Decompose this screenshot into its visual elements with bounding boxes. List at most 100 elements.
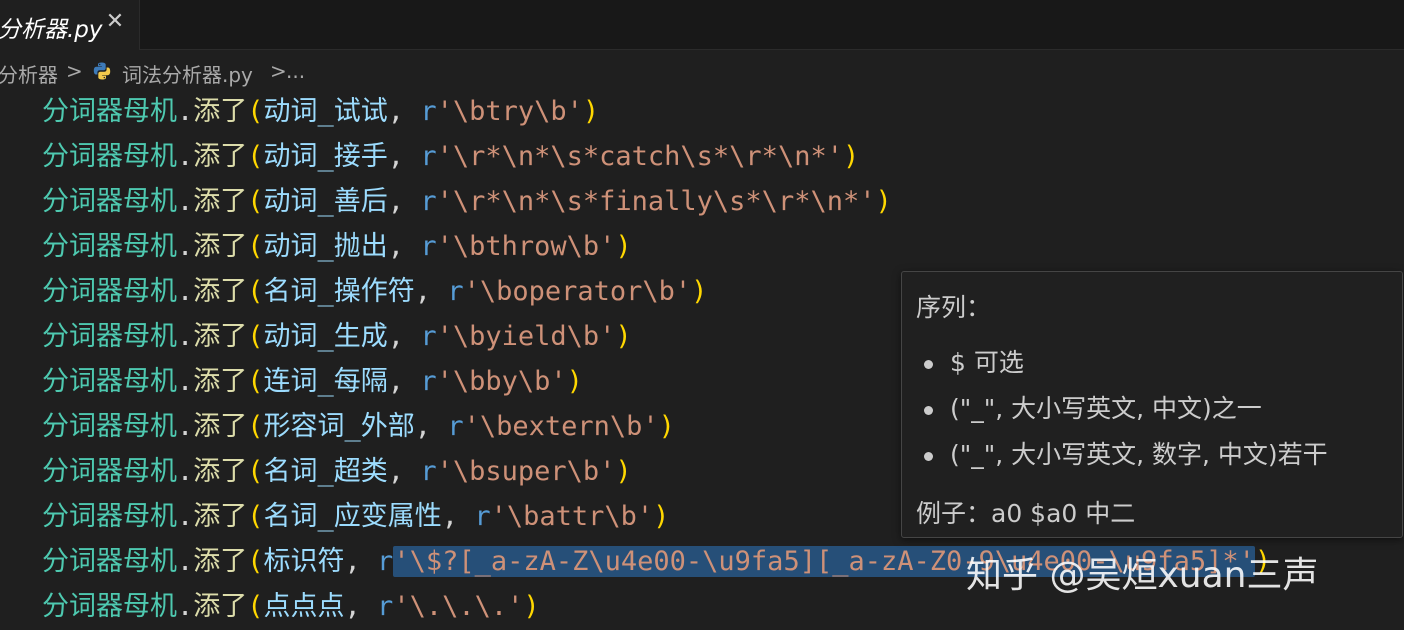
- object-name: 分词器母机: [42, 276, 177, 307]
- punctuation: ,: [387, 231, 421, 262]
- token-name: 连词_每隔: [263, 366, 388, 397]
- regex-pattern: '\bthrow\b': [436, 231, 616, 262]
- string-prefix: r: [420, 186, 437, 217]
- regex-pattern: '\r*\n*\s*catch\s*\r*\n*': [436, 141, 843, 172]
- string-prefix: r: [420, 456, 437, 487]
- paren: ): [615, 456, 632, 487]
- code-line[interactable]: 分词器母机.添了(连词_每隔, r'\bby\b'): [42, 359, 583, 404]
- string-prefix: r: [474, 501, 491, 532]
- breadcrumb-more[interactable]: ...: [286, 59, 305, 83]
- regex-pattern: '\bby\b': [436, 366, 567, 397]
- breadcrumb-separator: >: [270, 59, 287, 83]
- method-name: 添了: [193, 231, 248, 262]
- method-name: 添了: [193, 186, 248, 217]
- tab-title: 分析器.py: [0, 17, 103, 43]
- hover-title: 序列：: [916, 293, 992, 322]
- breadcrumb: 分析器 > 词法分析器.py > ...: [0, 51, 1404, 91]
- paren: (: [247, 501, 264, 532]
- punctuation: ,: [387, 321, 421, 352]
- punctuation: .: [177, 591, 194, 622]
- code-line[interactable]: 分词器母机.添了(动词_生成, r'\byield\b'): [42, 314, 632, 359]
- string-prefix: r: [420, 141, 437, 172]
- close-icon[interactable]: ✕: [103, 9, 127, 37]
- paren: ): [615, 231, 632, 262]
- code-line[interactable]: 分词器母机.添了(名词_应变属性, r'\battr\b'): [42, 494, 669, 539]
- token-name: 动词_抛出: [263, 231, 388, 262]
- code-line[interactable]: 分词器母机.添了(点点点, r'\.\.\.'): [42, 584, 540, 629]
- paren: (: [247, 546, 264, 577]
- breadcrumb-folder[interactable]: 分析器: [0, 59, 58, 88]
- punctuation: .: [177, 141, 194, 172]
- regex-pattern: '\boperator\b': [463, 276, 692, 307]
- paren: ): [875, 186, 892, 217]
- paren: ): [615, 321, 632, 352]
- hover-list: $ 可选 ("_", 大小写英文, 中文)之一 ("_", 大小写英文, 数字,…: [916, 344, 1328, 482]
- object-name: 分词器母机: [42, 96, 177, 127]
- hover-item-text: $ 可选: [950, 348, 1024, 377]
- token-name: 点点点: [263, 591, 345, 622]
- punctuation: ,: [344, 591, 378, 622]
- paren: (: [247, 411, 264, 442]
- punctuation: .: [177, 96, 194, 127]
- hover-list-item: ("_", 大小写英文, 数字, 中文)若干: [916, 436, 1328, 482]
- paren: ): [582, 96, 600, 127]
- paren: (: [247, 591, 264, 622]
- string-prefix: r: [420, 231, 437, 262]
- punctuation: .: [177, 501, 194, 532]
- code-line[interactable]: 分词器母机.添了(名词_超类, r'\bsuper\b'): [42, 449, 632, 494]
- code-line[interactable]: 分词器母机.添了(动词_抛出, r'\bthrow\b'): [42, 224, 632, 269]
- object-name: 分词器母机: [42, 591, 177, 622]
- string-prefix: r: [377, 591, 394, 622]
- bullet-icon: [924, 452, 933, 461]
- code-line[interactable]: 分词器母机.添了(名词_操作符, r'\boperator\b'): [42, 269, 707, 314]
- punctuation: ,: [414, 276, 448, 307]
- method-name: 添了: [193, 366, 248, 397]
- method-name: 添了: [193, 276, 248, 307]
- method-name: 添了: [193, 96, 248, 127]
- python-icon: [93, 62, 111, 80]
- object-name: 分词器母机: [42, 141, 177, 172]
- punctuation: ,: [387, 456, 421, 487]
- breadcrumb-separator: >: [66, 59, 83, 83]
- code-line[interactable]: 分词器母机.添了(动词_试试, r'\btry\b'): [42, 89, 599, 134]
- hover-example: 例子：a0 $a0 中二: [916, 499, 1136, 528]
- punctuation: ,: [387, 186, 421, 217]
- punctuation: .: [177, 456, 194, 487]
- regex-pattern: '\.\.\.': [393, 591, 524, 622]
- method-name: 添了: [193, 591, 248, 622]
- method-name: 添了: [193, 546, 248, 577]
- object-name: 分词器母机: [42, 231, 177, 262]
- object-name: 分词器母机: [42, 411, 177, 442]
- punctuation: ,: [344, 546, 378, 577]
- punctuation: ,: [414, 411, 448, 442]
- method-name: 添了: [193, 501, 248, 532]
- punctuation: ,: [387, 141, 421, 172]
- hover-item-text: ("_", 大小写英文, 中文)之一: [950, 394, 1262, 423]
- editor-tab[interactable]: 分析器.py ✕: [0, 0, 140, 50]
- object-name: 分词器母机: [42, 186, 177, 217]
- object-name: 分词器母机: [42, 321, 177, 352]
- paren: (: [247, 321, 264, 352]
- paren: (: [247, 231, 264, 262]
- token-name: 名词_应变属性: [263, 501, 442, 532]
- punctuation: .: [177, 186, 194, 217]
- bullet-icon: [924, 360, 933, 369]
- breadcrumb-file[interactable]: 词法分析器.py: [122, 59, 253, 88]
- method-name: 添了: [193, 456, 248, 487]
- object-name: 分词器母机: [42, 366, 177, 397]
- code-line[interactable]: 分词器母机.添了(动词_善后, r'\r*\n*\s*finally\s*\r*…: [42, 179, 892, 224]
- punctuation: .: [177, 546, 194, 577]
- paren: ): [653, 501, 670, 532]
- punctuation: .: [177, 411, 194, 442]
- code-line[interactable]: 分词器母机.添了(形容词_外部, r'\bextern\b'): [42, 404, 675, 449]
- regex-pattern: '\bsuper\b': [436, 456, 616, 487]
- regex-pattern: '\byield\b': [436, 321, 616, 352]
- method-name: 添了: [193, 321, 248, 352]
- token-name: 名词_操作符: [263, 276, 415, 307]
- object-name: 分词器母机: [42, 501, 177, 532]
- paren: ): [658, 411, 675, 442]
- hover-item-text: ("_", 大小写英文, 数字, 中文)若干: [950, 440, 1328, 469]
- object-name: 分词器母机: [42, 546, 177, 577]
- code-line[interactable]: 分词器母机.添了(动词_接手, r'\r*\n*\s*catch\s*\r*\n…: [42, 134, 859, 179]
- hover-tooltip: 序列： $ 可选 ("_", 大小写英文, 中文)之一 ("_", 大小写英文,…: [901, 271, 1403, 538]
